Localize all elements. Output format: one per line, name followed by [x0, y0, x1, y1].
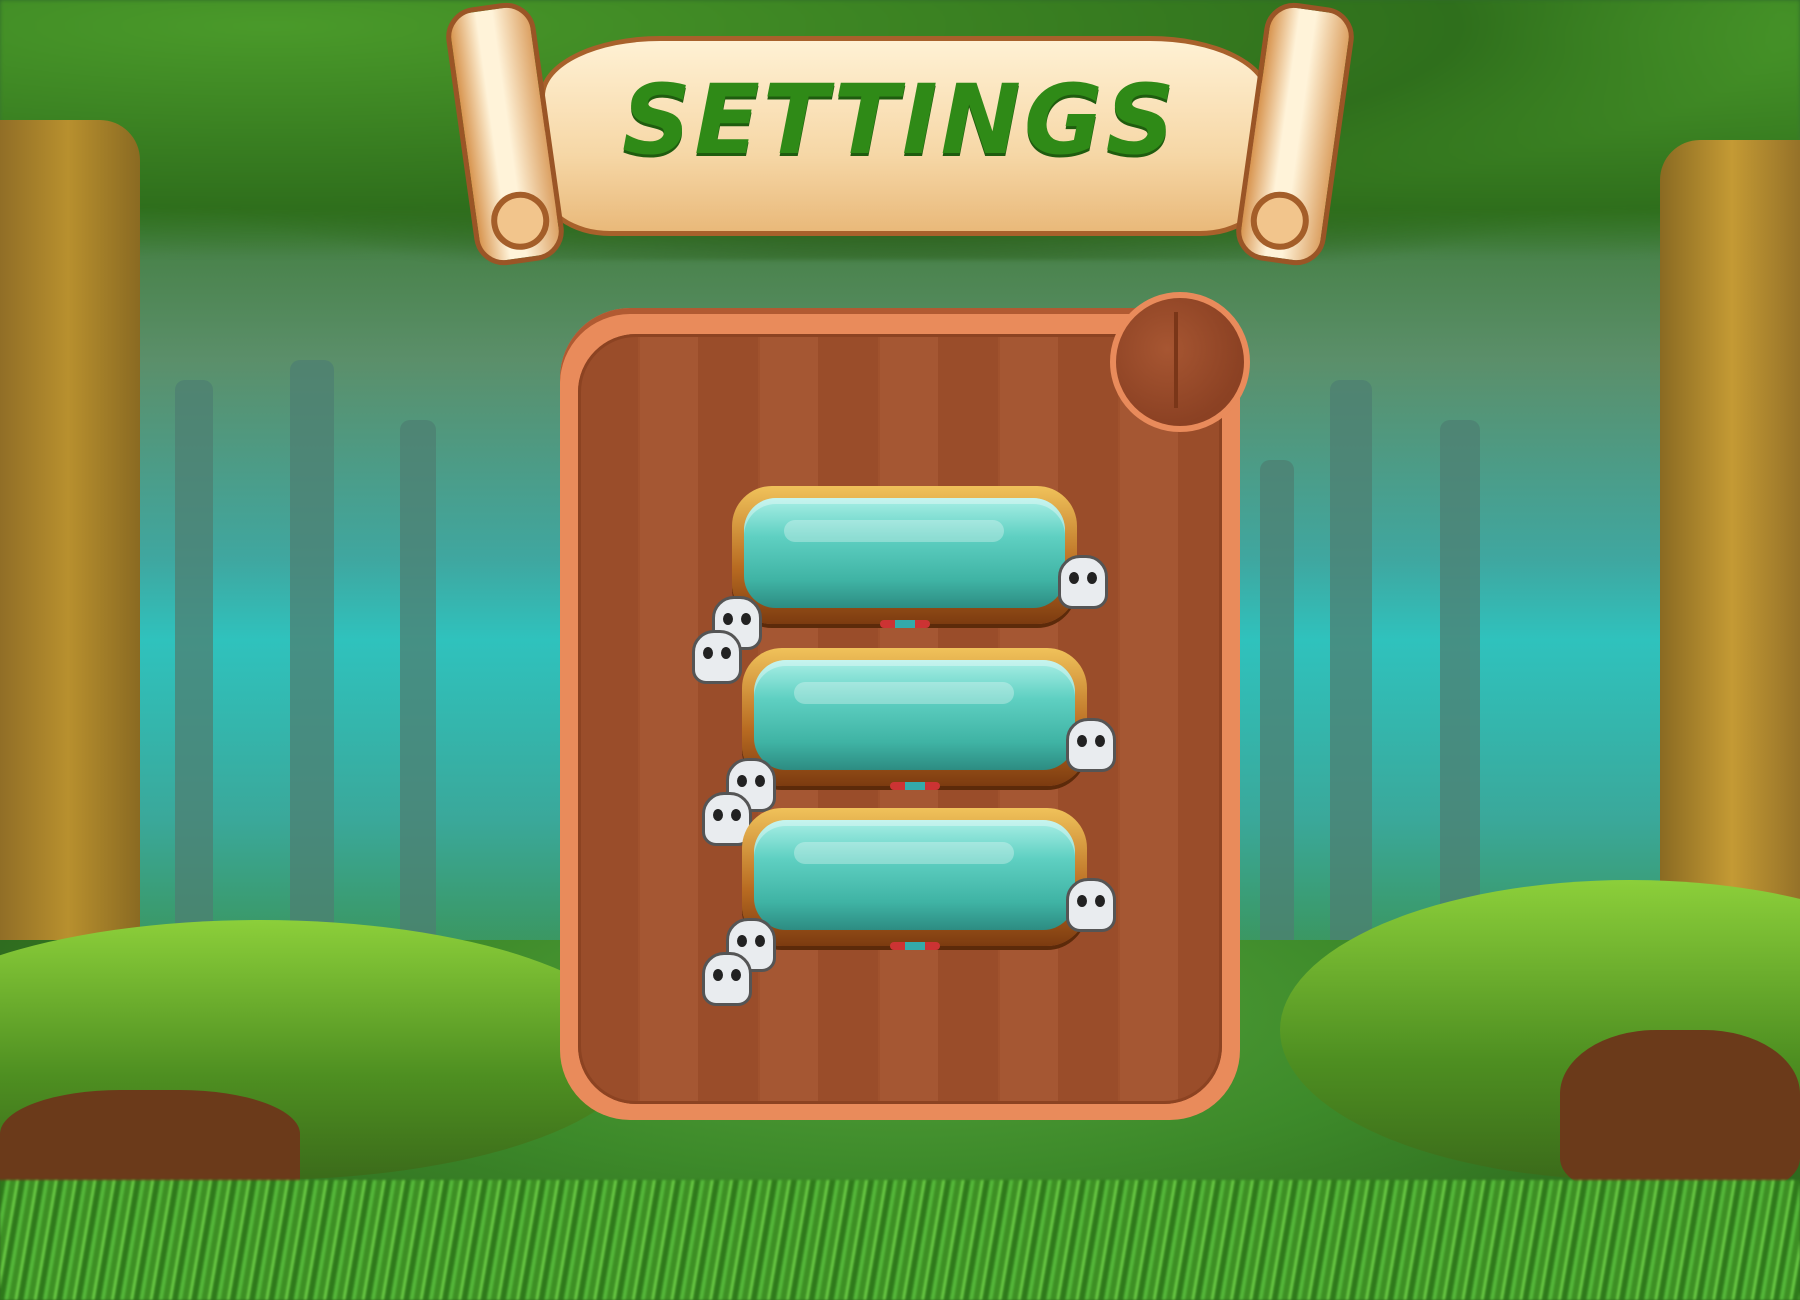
glass-shine — [794, 682, 1014, 704]
page-title: SETTINGS — [622, 64, 1178, 176]
skull-icon — [1066, 878, 1116, 932]
glass-shine — [784, 520, 1004, 542]
scroll-curl — [1247, 187, 1313, 254]
scroll-curl — [487, 187, 553, 254]
foreground-grass — [0, 1180, 1800, 1300]
button-ornament — [880, 620, 930, 628]
button-glass — [744, 498, 1065, 608]
settings-option-button-1[interactable] — [732, 486, 1077, 628]
settings-option-button-2[interactable] — [742, 648, 1087, 790]
wood-knot — [1110, 292, 1250, 432]
dirt-patch — [1560, 1030, 1800, 1190]
button-glass — [754, 820, 1075, 930]
settings-banner: SETTINGS — [442, 0, 1358, 272]
skull-icon — [1058, 555, 1108, 609]
button-glass — [754, 660, 1075, 770]
knot-crack — [1174, 312, 1178, 408]
skull-icon — [1066, 718, 1116, 772]
skull-icon — [702, 952, 752, 1006]
settings-option-button-3[interactable] — [742, 808, 1087, 950]
glass-shine — [794, 842, 1014, 864]
button-ornament — [890, 782, 940, 790]
button-ornament — [890, 942, 940, 950]
skull-icon — [692, 630, 742, 684]
